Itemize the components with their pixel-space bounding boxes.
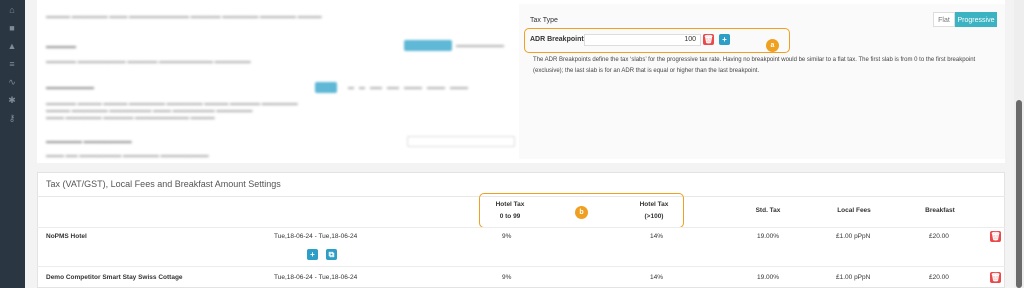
tax-settings-title: Tax (VAT/GST), Local Fees and Breakfast … — [46, 179, 281, 189]
list-icon[interactable]: ≡ — [7, 60, 17, 69]
trend-icon[interactable]: ∿ — [7, 78, 17, 87]
blurred-rounding-options: ▬ ▬ ▬▬ ▬▬ ▬▬▬ ▬▬▬ ▬▬▬ — [348, 85, 469, 91]
trash-icon: 🗑︎ — [990, 273, 1001, 282]
row-breakfast[interactable]: £20.00 — [929, 233, 949, 240]
blurred-pricing-help: ▬▬▬▬▬ ▬▬▬▬▬▬▬▬ ▬▬▬▬▬ ▬▬▬▬▬▬▬▬▬ ▬▬▬▬▬▬ — [46, 59, 251, 65]
row-divider — [37, 266, 1005, 267]
plus-icon: + — [310, 250, 315, 259]
chart-icon[interactable]: ▲ — [7, 42, 17, 51]
dashboard-icon[interactable]: ■ — [7, 24, 17, 33]
tax-type-flat-button[interactable]: Flat — [933, 12, 955, 27]
adr-description: The ADR Breakpoints define the tax ‘slab… — [533, 57, 976, 74]
row-dates: Tue,18-06-24 - Tue,18-06-24 — [274, 233, 358, 240]
row-tax-low[interactable]: 9% — [502, 274, 511, 281]
callout-a — [524, 28, 790, 53]
row-std-tax[interactable]: 19.00% — [757, 274, 779, 281]
blurred-pricing-label: ▬▬▬▬▬ — [46, 44, 76, 50]
blurred-rounding-label: ▬▬▬▬▬▬▬▬ — [46, 85, 94, 91]
blurred-rounding-btn — [315, 82, 337, 93]
row-dates: Tue,18-06-24 - Tue,18-06-24 — [274, 274, 358, 281]
add-row-button[interactable]: + — [307, 249, 318, 260]
tax-type-label: Tax Type — [530, 17, 558, 24]
callout-marker-a: a — [766, 39, 779, 52]
copy-row-button[interactable]: ⧉ — [326, 249, 337, 260]
row-divider — [37, 227, 1005, 228]
header-local-fees: Local Fees — [837, 207, 871, 214]
blurred-holidays-help: ▬▬▬ ▬▬ ▬▬▬▬▬▬▬ ▬▬▬▬▬▬ ▬▬▬▬▬▬▬▬ — [46, 153, 209, 159]
row-local-fees[interactable]: £1.00 pPpN — [836, 233, 870, 240]
callout-marker-b: b — [575, 206, 588, 219]
row-tax-high[interactable]: 14% — [650, 233, 663, 240]
header-std-tax: Std. Tax — [755, 207, 781, 214]
trash-icon: 🗑︎ — [990, 232, 1001, 241]
key-icon[interactable]: ⚷ — [7, 114, 17, 123]
blurred-rounding-help-2: ▬▬▬▬ ▬▬▬▬▬▬ ▬▬▬▬▬▬▬ ▬▬▬ ▬▬▬▬▬▬▬ ▬▬▬▬▬▬ — [46, 108, 253, 114]
gear-icon[interactable]: ✱ — [7, 96, 17, 105]
blurred-holidays-label: ▬▬▬▬▬▬ ▬▬▬▬▬▬▬▬ — [46, 139, 132, 145]
blurred-toggle — [404, 40, 452, 51]
row-hotel-name: NoPMS Hotel — [46, 233, 87, 240]
home-icon[interactable]: ⌂ — [7, 6, 17, 15]
blurred-holidays-select — [407, 136, 515, 147]
row-tax-low[interactable]: 9% — [502, 233, 511, 240]
row-breakfast[interactable]: £20.00 — [929, 274, 949, 281]
tax-type-progressive-button[interactable]: Progressive — [955, 12, 997, 27]
row-tax-high[interactable]: 14% — [650, 274, 663, 281]
scrollbar[interactable] — [1014, 0, 1024, 288]
blurred-rounding-help-3: ▬▬▬ ▬▬▬▬▬▬ ▬▬▬▬▬ ▬▬▬▬▬▬▬▬▬ ▬▬▬▬ — [46, 115, 215, 121]
blurred-toggle-alt: ▬▬▬▬▬▬▬▬ — [456, 43, 504, 49]
app-sidebar: ⌂ ■ ▲ ≡ ∿ ✱ ⚷ — [0, 0, 25, 288]
delete-row-button[interactable]: 🗑︎ — [990, 231, 1001, 242]
row-std-tax[interactable]: 19.00% — [757, 233, 779, 240]
row-hotel-name: Demo Competitor Smart Stay Swiss Cottage — [46, 274, 183, 281]
scrollbar-thumb[interactable] — [1016, 100, 1022, 288]
tax-settings-card — [37, 172, 1005, 288]
copy-icon: ⧉ — [328, 250, 335, 259]
row-local-fees[interactable]: £1.00 pPpN — [836, 274, 870, 281]
blurred-rounding-help-1: ▬▬▬▬▬ ▬▬▬▬ ▬▬▬▬ ▬▬▬▬▬▬ ▬▬▬▬▬▬ ▬▬▬▬ ▬▬▬▬▬… — [46, 101, 298, 107]
delete-row-button[interactable]: 🗑︎ — [990, 272, 1001, 283]
blurred-note: ▬▬▬▬ ▬▬▬▬▬▬ ▬▬▬ ▬▬▬▬▬▬▬▬▬▬ ▬▬▬▬▬ ▬▬▬▬▬▬ … — [46, 14, 322, 20]
header-breakfast: Breakfast — [925, 207, 955, 214]
